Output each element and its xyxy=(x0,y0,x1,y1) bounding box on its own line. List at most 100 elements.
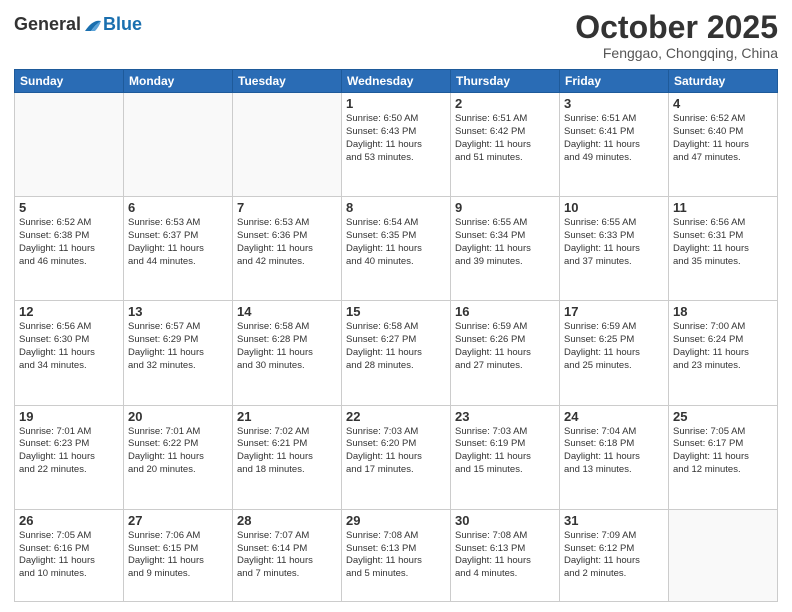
calendar-cell: 22 Sunrise: 7:03 AM Sunset: 6:20 PM Dayli… xyxy=(342,405,451,509)
day-number: 20 xyxy=(128,409,228,424)
day-info: Sunrise: 6:53 AM Sunset: 6:37 PM Dayligh… xyxy=(128,217,228,268)
day-info: Sunrise: 6:50 AM Sunset: 6:43 PM Dayligh… xyxy=(346,113,446,164)
day-number: 27 xyxy=(128,513,228,528)
day-number: 6 xyxy=(128,200,228,215)
day-info: Sunrise: 6:51 AM Sunset: 6:42 PM Dayligh… xyxy=(455,113,555,164)
header: General Blue October 2025 Fenggao, Chong… xyxy=(14,10,778,61)
day-number: 7 xyxy=(237,200,337,215)
calendar-cell: 29 Sunrise: 7:08 AM Sunset: 6:13 PM Dayli… xyxy=(342,509,451,601)
day-info: Sunrise: 7:03 AM Sunset: 6:19 PM Dayligh… xyxy=(455,426,555,477)
calendar-cell: 16Sunrise: 6:59 AM Sunset: 6:26 PM Dayli… xyxy=(451,301,560,405)
day-number: 24 xyxy=(564,409,664,424)
calendar-cell: 27 Sunrise: 7:06 AM Sunset: 6:15 PM Dayli… xyxy=(124,509,233,601)
day-number: 3 xyxy=(564,96,664,111)
weekday-header-saturday: Saturday xyxy=(669,70,778,93)
day-info: Sunrise: 7:00 AM Sunset: 6:24 PM Dayligh… xyxy=(673,321,773,372)
calendar: SundayMondayTuesdayWednesdayThursdayFrid… xyxy=(14,69,778,602)
day-number: 16 xyxy=(455,304,555,319)
calendar-cell: 19Sunrise: 7:01 AM Sunset: 6:23 PM Dayli… xyxy=(15,405,124,509)
weekday-header-friday: Friday xyxy=(560,70,669,93)
logo-wing-icon xyxy=(83,17,103,33)
week-row-4: 19Sunrise: 7:01 AM Sunset: 6:23 PM Dayli… xyxy=(15,405,778,509)
calendar-cell: 18 Sunrise: 7:00 AM Sunset: 6:24 PM Dayli… xyxy=(669,301,778,405)
day-info: Sunrise: 7:03 AM Sunset: 6:20 PM Dayligh… xyxy=(346,426,446,477)
day-number: 21 xyxy=(237,409,337,424)
day-number: 25 xyxy=(673,409,773,424)
calendar-cell: 4Sunrise: 6:52 AM Sunset: 6:40 PM Daylig… xyxy=(669,93,778,197)
calendar-cell: 1 Sunrise: 6:50 AM Sunset: 6:43 PM Daylig… xyxy=(342,93,451,197)
day-number: 1 xyxy=(346,96,446,111)
title-area: October 2025 Fenggao, Chongqing, China xyxy=(575,10,778,61)
day-info: Sunrise: 6:54 AM Sunset: 6:35 PM Dayligh… xyxy=(346,217,446,268)
weekday-header-wednesday: Wednesday xyxy=(342,70,451,93)
day-info: Sunrise: 7:05 AM Sunset: 6:16 PM Dayligh… xyxy=(19,530,119,581)
day-info: Sunrise: 7:08 AM Sunset: 6:13 PM Dayligh… xyxy=(455,530,555,581)
week-row-1: 1 Sunrise: 6:50 AM Sunset: 6:43 PM Daylig… xyxy=(15,93,778,197)
day-info: Sunrise: 6:53 AM Sunset: 6:36 PM Dayligh… xyxy=(237,217,337,268)
calendar-cell: 3 Sunrise: 6:51 AM Sunset: 6:41 PM Daylig… xyxy=(560,93,669,197)
calendar-cell: 9 Sunrise: 6:55 AM Sunset: 6:34 PM Daylig… xyxy=(451,197,560,301)
day-info: Sunrise: 6:55 AM Sunset: 6:33 PM Dayligh… xyxy=(564,217,664,268)
location: Fenggao, Chongqing, China xyxy=(575,45,778,61)
calendar-cell: 24 Sunrise: 7:04 AM Sunset: 6:18 PM Dayli… xyxy=(560,405,669,509)
calendar-cell xyxy=(233,93,342,197)
calendar-cell xyxy=(669,509,778,601)
day-number: 19 xyxy=(19,409,119,424)
day-number: 28 xyxy=(237,513,337,528)
calendar-cell: 20 Sunrise: 7:01 AM Sunset: 6:22 PM Dayli… xyxy=(124,405,233,509)
day-number: 11 xyxy=(673,200,773,215)
day-number: 12 xyxy=(19,304,119,319)
day-number: 9 xyxy=(455,200,555,215)
page: General Blue October 2025 Fenggao, Chong… xyxy=(0,0,792,612)
day-info: Sunrise: 6:59 AM Sunset: 6:25 PM Dayligh… xyxy=(564,321,664,372)
weekday-header-sunday: Sunday xyxy=(15,70,124,93)
calendar-cell: 2 Sunrise: 6:51 AM Sunset: 6:42 PM Daylig… xyxy=(451,93,560,197)
day-info: Sunrise: 6:58 AM Sunset: 6:27 PM Dayligh… xyxy=(346,321,446,372)
calendar-cell: 17Sunrise: 6:59 AM Sunset: 6:25 PM Dayli… xyxy=(560,301,669,405)
day-info: Sunrise: 7:06 AM Sunset: 6:15 PM Dayligh… xyxy=(128,530,228,581)
weekday-header-monday: Monday xyxy=(124,70,233,93)
day-number: 30 xyxy=(455,513,555,528)
calendar-cell: 8 Sunrise: 6:54 AM Sunset: 6:35 PM Daylig… xyxy=(342,197,451,301)
calendar-cell: 26 Sunrise: 7:05 AM Sunset: 6:16 PM Dayli… xyxy=(15,509,124,601)
day-number: 22 xyxy=(346,409,446,424)
day-info: Sunrise: 6:58 AM Sunset: 6:28 PM Dayligh… xyxy=(237,321,337,372)
calendar-cell: 14 Sunrise: 6:58 AM Sunset: 6:28 PM Dayli… xyxy=(233,301,342,405)
day-number: 8 xyxy=(346,200,446,215)
day-info: Sunrise: 6:51 AM Sunset: 6:41 PM Dayligh… xyxy=(564,113,664,164)
calendar-cell: 31Sunrise: 7:09 AM Sunset: 6:12 PM Dayli… xyxy=(560,509,669,601)
calendar-cell: 28Sunrise: 7:07 AM Sunset: 6:14 PM Dayli… xyxy=(233,509,342,601)
week-row-2: 5Sunrise: 6:52 AM Sunset: 6:38 PM Daylig… xyxy=(15,197,778,301)
calendar-cell: 5Sunrise: 6:52 AM Sunset: 6:38 PM Daylig… xyxy=(15,197,124,301)
calendar-cell: 7 Sunrise: 6:53 AM Sunset: 6:36 PM Daylig… xyxy=(233,197,342,301)
day-info: Sunrise: 6:52 AM Sunset: 6:40 PM Dayligh… xyxy=(673,113,773,164)
weekday-header-row: SundayMondayTuesdayWednesdayThursdayFrid… xyxy=(15,70,778,93)
calendar-cell: 11 Sunrise: 6:56 AM Sunset: 6:31 PM Dayli… xyxy=(669,197,778,301)
calendar-cell: 6 Sunrise: 6:53 AM Sunset: 6:37 PM Daylig… xyxy=(124,197,233,301)
day-number: 13 xyxy=(128,304,228,319)
logo: General Blue xyxy=(14,14,142,35)
day-number: 14 xyxy=(237,304,337,319)
calendar-cell: 23Sunrise: 7:03 AM Sunset: 6:19 PM Dayli… xyxy=(451,405,560,509)
weekday-header-tuesday: Tuesday xyxy=(233,70,342,93)
week-row-5: 26 Sunrise: 7:05 AM Sunset: 6:16 PM Dayli… xyxy=(15,509,778,601)
day-number: 15 xyxy=(346,304,446,319)
day-info: Sunrise: 6:57 AM Sunset: 6:29 PM Dayligh… xyxy=(128,321,228,372)
day-number: 2 xyxy=(455,96,555,111)
week-row-3: 12 Sunrise: 6:56 AM Sunset: 6:30 PM Dayli… xyxy=(15,301,778,405)
logo-blue-text: Blue xyxy=(103,14,142,35)
day-info: Sunrise: 6:55 AM Sunset: 6:34 PM Dayligh… xyxy=(455,217,555,268)
day-number: 26 xyxy=(19,513,119,528)
calendar-cell: 15 Sunrise: 6:58 AM Sunset: 6:27 PM Dayli… xyxy=(342,301,451,405)
day-info: Sunrise: 7:08 AM Sunset: 6:13 PM Dayligh… xyxy=(346,530,446,581)
day-number: 18 xyxy=(673,304,773,319)
day-number: 10 xyxy=(564,200,664,215)
calendar-cell xyxy=(124,93,233,197)
day-info: Sunrise: 7:04 AM Sunset: 6:18 PM Dayligh… xyxy=(564,426,664,477)
day-info: Sunrise: 7:01 AM Sunset: 6:22 PM Dayligh… xyxy=(128,426,228,477)
day-info: Sunrise: 6:56 AM Sunset: 6:31 PM Dayligh… xyxy=(673,217,773,268)
calendar-cell: 30 Sunrise: 7:08 AM Sunset: 6:13 PM Dayli… xyxy=(451,509,560,601)
day-number: 29 xyxy=(346,513,446,528)
calendar-cell xyxy=(15,93,124,197)
day-info: Sunrise: 6:56 AM Sunset: 6:30 PM Dayligh… xyxy=(19,321,119,372)
